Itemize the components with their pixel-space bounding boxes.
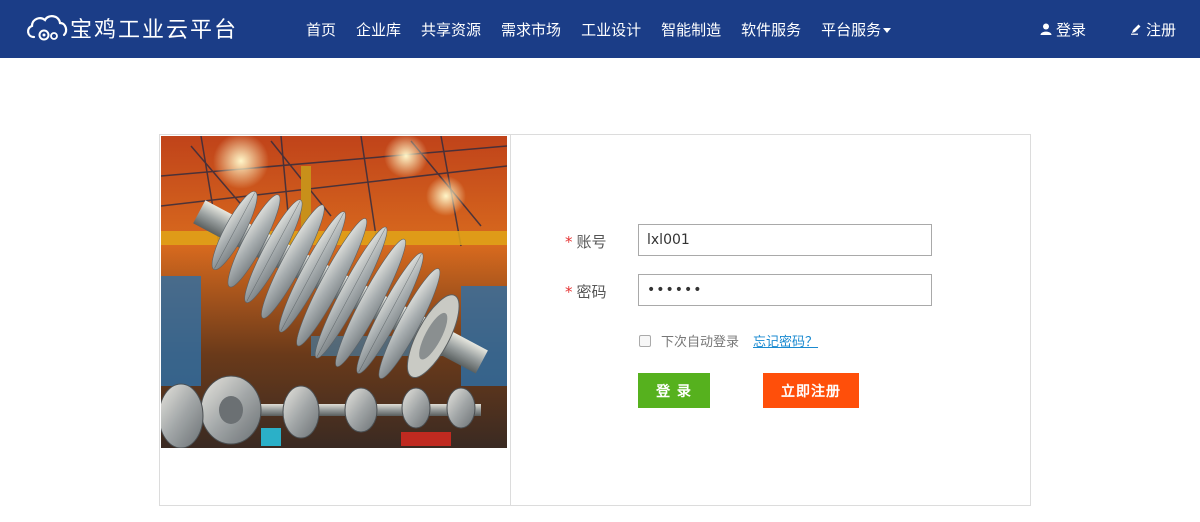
remember-row: 下次自动登录 忘记密码？ [639, 331, 818, 350]
nav-item-industrial-design[interactable]: 工业设计 [581, 19, 641, 40]
turbine-hero-image [161, 136, 507, 448]
main-nav: 首页 企业库 共享资源 需求市场 工业设计 智能制造 软件服务 平台服务 [296, 0, 901, 58]
register-link-label: 注册 [1146, 20, 1177, 39]
nav-item-smart-manufacturing[interactable]: 智能制造 [661, 19, 721, 40]
required-mark: * [565, 283, 573, 301]
login-button[interactable]: 登 录 [638, 373, 710, 408]
login-form: * 账号 lxl001 * 密码 •••••• 下次自动登录 忘记密码？ 登 录 立… [511, 135, 1030, 505]
required-mark: * [565, 233, 573, 251]
account-input[interactable]: lxl001 [638, 224, 932, 256]
account-label: * 账号 [565, 231, 625, 252]
turbine-illustration [161, 136, 507, 448]
password-label-text: 密码 [576, 283, 607, 301]
forgot-password-link[interactable]: 忘记密码？ [753, 331, 818, 350]
login-link-label: 登录 [1056, 20, 1087, 39]
remember-checkbox[interactable] [639, 334, 651, 347]
nav-item-platform-services-label: 平台服务 [821, 20, 882, 39]
caret-down-icon [883, 27, 892, 33]
user-icon [1040, 23, 1052, 35]
remember-label: 下次自动登录 [661, 335, 740, 350]
nav-item-home[interactable]: 首页 [306, 19, 336, 40]
register-link[interactable]: 注册 [1130, 0, 1176, 58]
pencil-icon [1131, 24, 1141, 35]
nav-item-demand-market[interactable]: 需求市场 [501, 19, 561, 40]
password-input[interactable]: •••••• [638, 274, 932, 306]
top-navbar: 宝鸡工业云平台 首页 企业库 共享资源 需求市场 工业设计 智能制造 软件服务 … [0, 0, 1200, 58]
nav-item-platform-services[interactable]: 平台服务 [821, 19, 892, 40]
register-now-button[interactable]: 立即注册 [763, 373, 859, 408]
login-link[interactable]: 登录 [1040, 0, 1086, 58]
cloud-gear-icon [27, 15, 68, 41]
brand-name: 宝鸡工业云平台 [70, 18, 239, 43]
password-label: * 密码 [565, 281, 625, 302]
nav-item-software-services[interactable]: 软件服务 [741, 19, 801, 40]
account-label-text: 账号 [576, 233, 607, 251]
brand-logo[interactable]: 宝鸡工业云平台 [24, 11, 238, 45]
nav-item-enterprise[interactable]: 企业库 [356, 19, 401, 40]
nav-item-shared-resources[interactable]: 共享资源 [421, 19, 481, 40]
login-panel: * 账号 lxl001 * 密码 •••••• 下次自动登录 忘记密码？ 登 录 立… [159, 134, 1031, 506]
